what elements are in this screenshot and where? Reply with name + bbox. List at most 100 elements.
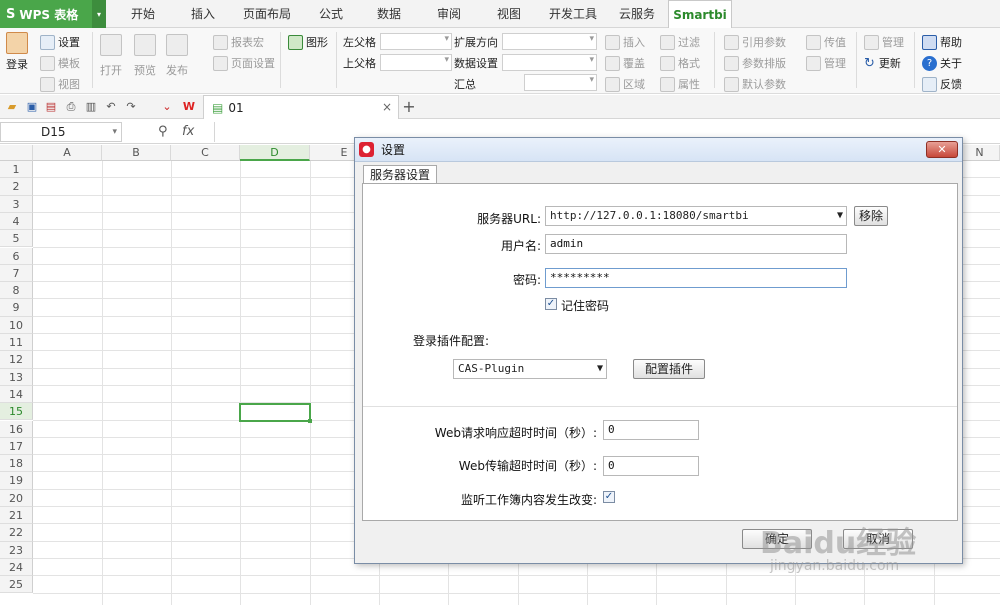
remove-button[interactable]: 移除 xyxy=(854,206,888,226)
manage-param-button[interactable]: 管理 xyxy=(806,55,846,71)
open-folder-icon[interactable]: ▰ xyxy=(5,100,19,114)
close-icon[interactable]: ✕ xyxy=(926,141,958,158)
row-header[interactable]: 15 xyxy=(0,403,33,421)
row-header[interactable]: 1 xyxy=(0,161,33,179)
row-header[interactable]: 11 xyxy=(0,334,33,352)
password-field[interactable]: ********* xyxy=(545,268,847,288)
area-button[interactable]: 区域 xyxy=(605,76,645,92)
remember-password-checkbox[interactable]: ✓ xyxy=(545,298,557,310)
row-header[interactable]: 21 xyxy=(0,507,33,525)
row-header[interactable]: 22 xyxy=(0,524,33,542)
row-header[interactable]: 23 xyxy=(0,541,33,559)
tab-cloud[interactable]: 云服务 xyxy=(612,0,662,28)
app-menu-button[interactable]: S WPS 表格 ▾ xyxy=(0,0,106,28)
name-box[interactable]: D15 xyxy=(0,122,122,142)
username-field[interactable]: admin xyxy=(545,234,847,254)
row-header[interactable]: 5 xyxy=(0,230,33,248)
server-url-select[interactable]: http://127.0.0.1:18080/smartbi ▼ xyxy=(545,206,847,226)
row-header[interactable]: 12 xyxy=(0,351,33,369)
row-header[interactable]: 2 xyxy=(0,178,33,196)
column-header[interactable]: B xyxy=(102,145,171,161)
redo-icon[interactable]: ↷ xyxy=(124,100,138,114)
chevron-down-icon[interactable]: ▾ xyxy=(92,0,106,28)
wps-w-icon[interactable]: W xyxy=(182,100,196,114)
customize-toolbar-icon[interactable]: ⌄ xyxy=(160,100,174,114)
summary-select[interactable] xyxy=(524,74,597,91)
tab-server-settings[interactable]: 服务器设置 xyxy=(363,165,438,184)
ref-param-button[interactable]: 引用参数 xyxy=(724,34,786,50)
row-header[interactable]: 13 xyxy=(0,368,33,386)
fx-icon[interactable]: fx xyxy=(182,124,194,139)
row-header[interactable]: 9 xyxy=(0,299,33,317)
row-header[interactable]: 20 xyxy=(0,489,33,507)
default-param-button[interactable]: 默认参数 xyxy=(724,76,786,92)
template-button[interactable]: 模板 xyxy=(40,55,80,71)
chart-button[interactable]: 图形 xyxy=(288,34,328,50)
tab-data[interactable]: 数据 xyxy=(364,0,414,28)
tab-review[interactable]: 审阅 xyxy=(424,0,474,28)
tab-home[interactable]: 开始 xyxy=(118,0,168,28)
plugin-select[interactable]: CAS-Plugin ▼ xyxy=(453,359,607,379)
config-plugin-button[interactable]: 配置插件 xyxy=(633,359,705,379)
row-header[interactable]: 18 xyxy=(0,455,33,473)
close-icon[interactable]: × xyxy=(382,100,392,114)
row-header[interactable]: 7 xyxy=(0,264,33,283)
tab-smartbi[interactable]: Smartbi xyxy=(668,0,732,29)
manage-button[interactable]: 管理 xyxy=(864,34,904,50)
web-timeout-field[interactable]: 0 xyxy=(603,420,699,440)
expand-direction-select[interactable] xyxy=(502,33,597,50)
about-button[interactable]: ? 关于 xyxy=(922,55,962,71)
print-icon[interactable]: ⎙ xyxy=(64,100,78,114)
report-macro-button[interactable]: 报表宏 xyxy=(213,34,264,50)
left-parent-select[interactable] xyxy=(380,33,452,50)
row-header[interactable]: 16 xyxy=(0,420,33,438)
publish-button[interactable]: 发布 xyxy=(166,34,188,78)
tab-page-layout[interactable]: 页面布局 xyxy=(236,0,298,28)
tab-formula[interactable]: 公式 xyxy=(306,0,356,28)
param-layout-button[interactable]: 参数排版 xyxy=(724,55,786,71)
monitor-checkbox[interactable]: ✓ xyxy=(603,491,615,503)
settings-button[interactable]: 设置 xyxy=(40,34,80,50)
zoom-icon[interactable]: ⚲ xyxy=(158,124,168,139)
row-header[interactable]: 24 xyxy=(0,558,33,577)
view-button[interactable]: 视图 xyxy=(40,76,80,92)
login-button[interactable]: 登录 xyxy=(6,32,28,72)
column-header[interactable]: C xyxy=(171,145,240,161)
open-button[interactable]: 打开 xyxy=(100,34,122,78)
insert-button[interactable]: 插入 xyxy=(605,34,645,50)
new-tab-icon[interactable]: + xyxy=(402,99,416,115)
row-header[interactable]: 19 xyxy=(0,472,33,490)
feedback-button[interactable]: 反馈 xyxy=(922,76,962,92)
select-all-corner[interactable] xyxy=(0,145,33,161)
property-button[interactable]: 属性 xyxy=(660,76,700,92)
print-preview-icon[interactable]: ▥ xyxy=(84,100,98,114)
page-setup-button[interactable]: 页面设置 xyxy=(213,55,275,71)
row-header[interactable]: 4 xyxy=(0,212,33,231)
row-header[interactable]: 3 xyxy=(0,195,33,213)
help-button[interactable]: 帮助 xyxy=(922,34,962,50)
column-header[interactable]: A xyxy=(33,145,102,161)
transfer-timeout-field[interactable]: 0 xyxy=(603,456,699,476)
row-header[interactable]: 8 xyxy=(0,282,33,300)
document-tab[interactable]: ▤ 01 × xyxy=(203,95,399,119)
tab-insert[interactable]: 插入 xyxy=(178,0,228,28)
preview-button[interactable]: 预览 xyxy=(134,34,156,78)
tab-developer[interactable]: 开发工具 xyxy=(542,0,604,28)
cover-button[interactable]: 覆盖 xyxy=(605,55,645,71)
undo-icon[interactable]: ↶ xyxy=(104,100,118,114)
selected-cell[interactable] xyxy=(239,403,312,423)
column-header[interactable]: N xyxy=(960,145,1000,161)
filter-button[interactable]: 过滤 xyxy=(660,34,700,50)
column-header-selected[interactable]: D xyxy=(240,145,310,161)
row-header[interactable]: 25 xyxy=(0,576,33,594)
export-pdf-icon[interactable]: ▤ xyxy=(44,100,58,114)
update-button[interactable]: ↻ 更新 xyxy=(864,55,901,71)
save-icon[interactable]: ▣ xyxy=(25,100,39,114)
row-header[interactable]: 17 xyxy=(0,437,33,456)
row-header[interactable]: 14 xyxy=(0,385,33,404)
format-button[interactable]: 格式 xyxy=(660,55,700,71)
row-header[interactable]: 6 xyxy=(0,247,33,265)
pass-value-button[interactable]: 传值 xyxy=(806,34,846,50)
data-setting-select[interactable] xyxy=(502,54,597,71)
tab-view[interactable]: 视图 xyxy=(484,0,534,28)
